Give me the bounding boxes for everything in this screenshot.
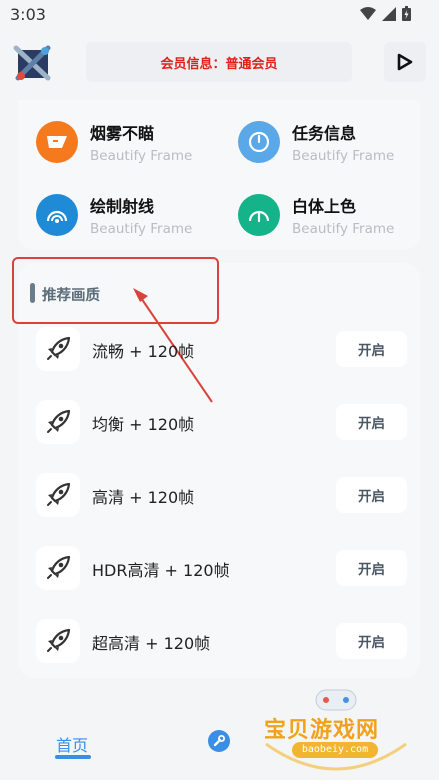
- status-time: 3:03: [10, 5, 46, 24]
- preset-label: 高清 + 120帧: [92, 488, 195, 507]
- feature-title: 绘制射线: [90, 197, 155, 216]
- feature-subtitle: Beautify Frame: [90, 148, 193, 164]
- feature-subtitle: Beautify Frame: [292, 148, 395, 164]
- feature-body-color[interactable]: 白体上色 Beautify Frame: [238, 191, 428, 241]
- signal-icon: [382, 6, 396, 21]
- watermark-url: baobeiy.com: [292, 742, 378, 758]
- smoke-icon: [47, 136, 67, 148]
- enable-button[interactable]: 开启: [336, 623, 407, 659]
- member-info-banner[interactable]: 会员信息：普通会员: [86, 42, 352, 82]
- wifi-icon: [360, 6, 376, 20]
- preset-icon-tile: [36, 546, 80, 590]
- rocket-icon: [47, 482, 71, 506]
- gauge-icon: [46, 210, 68, 223]
- rocket-icon: [47, 336, 71, 360]
- rocket-icon: [47, 628, 71, 652]
- preset-icon-tile: [36, 327, 80, 371]
- nav-tab-home[interactable]: 首页: [56, 732, 88, 756]
- preset-label: 流畅 + 120帧: [92, 342, 195, 361]
- nav-tab-tools[interactable]: [208, 730, 230, 752]
- enable-button[interactable]: 开启: [336, 477, 407, 513]
- nav-active-indicator: [55, 755, 91, 759]
- preset-row: HDR高清 + 120帧 开启: [36, 546, 408, 592]
- feature-draw-ray[interactable]: 绘制射线 Beautify Frame: [36, 191, 226, 241]
- play-button[interactable]: [384, 42, 426, 82]
- feature-smoke[interactable]: 烟雾不瞄 Beautify Frame: [36, 118, 226, 168]
- rocket-icon: [47, 409, 71, 433]
- preset-icon-tile: [36, 400, 80, 444]
- watermark-logo: 宝贝游戏网 baobeiy.com: [256, 684, 416, 776]
- feature-icon-bg: [238, 194, 280, 236]
- enable-button[interactable]: 开启: [336, 331, 407, 367]
- preset-row: 均衡 + 120帧 开启: [36, 400, 408, 446]
- gauge-icon: [248, 131, 270, 153]
- watermark-text: 宝贝游戏网: [264, 718, 380, 743]
- feature-icon-bg: [36, 194, 78, 236]
- annotation-highlight-box: [12, 257, 219, 324]
- preset-label: 超高清 + 120帧: [92, 634, 211, 653]
- presets-card: [18, 263, 420, 678]
- preset-icon-tile: [36, 473, 80, 517]
- preset-label: 均衡 + 120帧: [92, 415, 195, 434]
- play-icon: [397, 53, 413, 71]
- feature-subtitle: Beautify Frame: [292, 221, 395, 237]
- feature-icon-bg: [36, 121, 78, 163]
- feature-icon-bg: [238, 121, 280, 163]
- preset-row: 高清 + 120帧 开启: [36, 473, 408, 519]
- status-icons: [360, 6, 411, 21]
- feature-title: 白体上色: [292, 197, 357, 216]
- gauge-icon: [248, 210, 270, 223]
- preset-icon-tile: [36, 619, 80, 663]
- rocket-icon: [47, 555, 71, 579]
- enable-button[interactable]: 开启: [336, 550, 407, 586]
- wrench-icon: [213, 735, 225, 747]
- feature-title: 烟雾不瞄: [90, 124, 155, 143]
- status-bar: 3:03: [0, 0, 439, 32]
- feature-task-info[interactable]: 任务信息 Beautify Frame: [238, 118, 428, 168]
- feature-title: 任务信息: [292, 124, 357, 143]
- preset-label: HDR高清 + 120帧: [92, 561, 230, 580]
- preset-row: 超高清 + 120帧 开启: [36, 619, 408, 665]
- preset-row: 流畅 + 120帧 开启: [36, 327, 408, 373]
- battery-icon: [402, 6, 411, 21]
- app-logo: [12, 42, 54, 84]
- feature-subtitle: Beautify Frame: [90, 221, 193, 237]
- enable-button[interactable]: 开启: [336, 404, 407, 440]
